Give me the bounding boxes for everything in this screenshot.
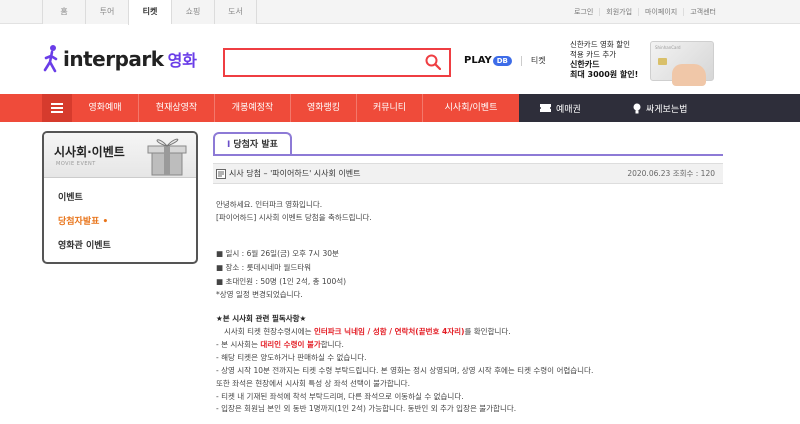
main-navigation: 영화예매 현재상영작 개봉예정작 영화랭킹 커뮤니티 시사회/이벤트 예매권 싸… — [0, 94, 800, 122]
nav-voucher-label: 예매권 — [556, 104, 581, 115]
body-line: - 해당 티켓은 양도하거나 판매하실 수 없습니다. — [216, 353, 367, 362]
card-promo-banner[interactable]: 신한카드 영화 할인 적용 카드 추가 신한카드 최대 3000원 할인! — [570, 40, 638, 80]
hamburger-menu-button[interactable] — [42, 94, 72, 122]
body-highlight: 대리인 수령이 불가 — [260, 340, 321, 349]
promo-line-3: 신한카드 — [570, 60, 600, 69]
site-tab-home[interactable]: 홈 — [42, 0, 85, 24]
body-text: - 본 시사회는 — [216, 340, 261, 349]
nav-preview-events[interactable]: 시사회/이벤트 — [423, 94, 519, 122]
side-menu-list: 이벤트 당첨자발표 • 영화관 이벤트 — [44, 178, 196, 258]
nav-cheap-tips[interactable]: 싸게보는법 — [633, 94, 687, 122]
side-menu-item-winners-label: 당첨자발표 — [58, 217, 100, 227]
body-line: ■ 초대인원 : 50명 (1인 2석, 총 100석) — [216, 277, 347, 286]
login-link[interactable]: 로그인 — [568, 8, 599, 16]
body-highlight: 인터파크 닉네임 / 성함 / 연락처(끝번호 4자리) — [313, 327, 465, 336]
mypage-link[interactable]: 마이페이지 — [638, 8, 683, 16]
site-tabs: 홈 투어 티켓 쇼핑 도서 — [42, 0, 257, 25]
nav-now-playing[interactable]: 현재상영작 — [139, 94, 215, 122]
post-date: 2020.06.23 — [627, 169, 671, 178]
ticket-icon — [540, 104, 551, 112]
side-menu-item-theater-events[interactable]: 영화관 이벤트 — [44, 234, 196, 258]
promo-line-1: 신한카드 영화 할인 — [570, 40, 630, 49]
post-header: 시사 당첨 – '파이어하드' 시사회 이벤트 2020.06.23 조회수 :… — [213, 163, 723, 184]
body-line: ■ 일시 : 6월 26일(금) 오후 7시 30분 — [216, 249, 339, 258]
site-tab-tour[interactable]: 투어 — [85, 0, 128, 24]
site-tab-shopping[interactable]: 쇼핑 — [171, 0, 214, 24]
side-menu-subtitle: MOVIE EVENT — [56, 161, 96, 167]
body-text: 시사회 티켓 현장수령시에는 — [224, 327, 314, 336]
search-input[interactable] — [223, 48, 451, 77]
post-title: 시사 당첨 – '파이어하드' 시사회 이벤트 — [229, 169, 361, 178]
signup-link[interactable]: 회원가입 — [599, 8, 638, 16]
promo-line-2: 적용 카드 추가 — [570, 50, 617, 59]
logo-text: interpark — [63, 47, 164, 71]
body-line: 안녕하세요. 인터파크 영화입니다. — [216, 200, 323, 209]
logo-sub: 영화 — [167, 51, 198, 70]
ticket-link[interactable]: 티켓 — [531, 55, 546, 66]
nav-upcoming[interactable]: 개봉예정작 — [215, 94, 291, 122]
menu-bar-icon — [51, 103, 63, 105]
body-line: - 상영 시작 10분 전까지는 티켓 수령 부탁드립니다. 본 영화는 정시 … — [216, 366, 594, 375]
utility-links: 로그인 회원가입 마이페이지 고객센터 — [568, 0, 722, 16]
site-logo[interactable]: interpark 영화 — [42, 44, 197, 74]
nav-movie-booking[interactable]: 영화예매 — [72, 94, 139, 122]
side-menu-item-events[interactable]: 이벤트 — [44, 186, 196, 210]
body-text: 합니다. — [320, 340, 344, 349]
post-meta: 2020.06.23 조회수 : 120 — [627, 164, 715, 184]
tab-underline — [213, 154, 723, 156]
body-text: 를 확인합니다. — [464, 327, 511, 336]
play-label: PLAY — [464, 55, 492, 66]
body-line: [파이어하드] 시사회 이벤트 당첨을 축하드립니다. — [216, 213, 372, 222]
search-icon[interactable] — [425, 54, 441, 70]
side-menu-header: 시사회·이벤트 MOVIE EVENT — [44, 133, 196, 178]
post-views: 조회수 : 120 — [672, 169, 715, 178]
lightbulb-icon — [633, 103, 641, 113]
promo-line-4: 최대 3000원 할인! — [570, 70, 639, 79]
body-line: 시사회 티켓 현장수령시에는 인터파크 닉네임 / 성함 / 연락처(끝번호 4… — [224, 326, 511, 337]
tab-winners-label: 당첨자 발표 — [233, 140, 278, 150]
menu-bar-icon — [51, 111, 63, 113]
tab-marker: I — [227, 140, 231, 150]
card-chip-icon — [658, 58, 667, 65]
site-tab-ticket[interactable]: 티켓 — [128, 0, 171, 25]
gift-box-icon — [147, 138, 187, 176]
site-tab-books[interactable]: 도서 — [214, 0, 257, 24]
side-menu-item-winners[interactable]: 당첨자발표 • — [44, 210, 196, 234]
body-line: - 입장은 회원님 본인 외 동반 1명까지(1인 2석) 가능합니다. 동반인… — [216, 404, 517, 413]
nav-ranking[interactable]: 영화랭킹 — [291, 94, 357, 122]
gnb-items: 영화예매 현재상영작 개봉예정작 영화랭킹 커뮤니티 시사회/이벤트 — [72, 94, 519, 122]
nav-community[interactable]: 커뮤니티 — [357, 94, 423, 122]
board-tab-header: I 당첨자 발표 — [213, 132, 723, 156]
side-menu-title: 시사회·이벤트 — [54, 145, 125, 159]
body-line: *상영 일정 변경되었습니다. — [216, 290, 303, 299]
side-menu: 시사회·이벤트 MOVIE EVENT 이벤트 당첨자발표 • 영화관 이벤트 — [42, 131, 198, 264]
body-line: - 본 시사회는 대리인 수령이 불가합니다. — [216, 339, 344, 350]
body-line: - 티켓 내 기재된 좌석에 착석 부탁드리며, 다른 좌석으로 이동하실 수 … — [216, 392, 464, 401]
body-line: ■ 장소 : 롯데시네마 월드타워 — [216, 263, 312, 272]
divider — [520, 55, 522, 66]
nav-cheap-tips-label: 싸게보는법 — [646, 104, 688, 115]
play-db-link[interactable]: PLAY DB 티켓 — [464, 55, 546, 66]
nav-voucher[interactable]: 예매권 — [540, 94, 581, 122]
top-utility-bar: 홈 투어 티켓 쇼핑 도서 로그인 회원가입 마이페이지 고객센터 — [0, 0, 800, 25]
notice-heading: ★본 시사회 관련 필독사항★ — [216, 314, 307, 323]
card-brand: ShinhanCard — [655, 45, 681, 50]
logo-figure-icon — [43, 45, 58, 73]
tab-winners[interactable]: I 당첨자 발표 — [213, 132, 292, 156]
document-icon — [216, 169, 226, 179]
menu-bar-icon — [51, 107, 63, 109]
customer-center-link[interactable]: 고객센터 — [683, 8, 722, 16]
play-pill: DB — [492, 55, 512, 66]
body-line: 또한 좌석은 현장에서 시사회 특성 상 좌석 선택이 불가합니다. — [216, 379, 410, 388]
hand-image — [672, 64, 706, 86]
active-marker: • — [102, 217, 109, 227]
